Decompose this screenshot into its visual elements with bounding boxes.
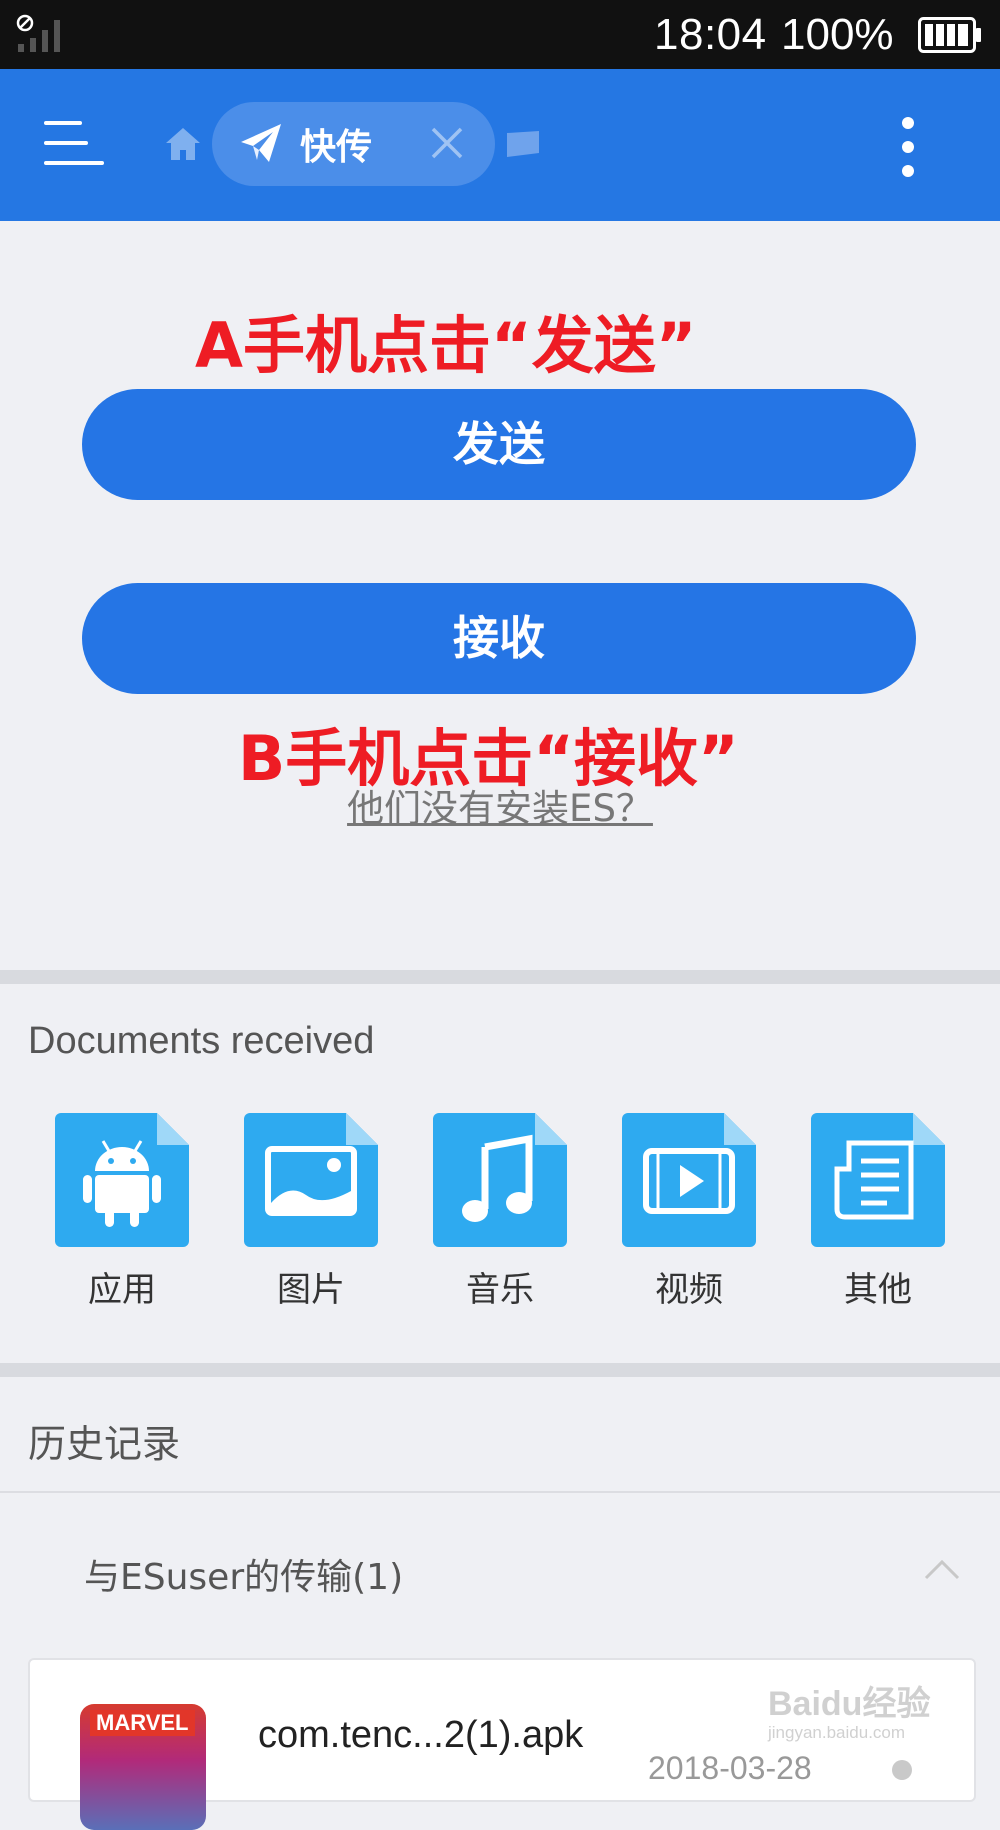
menu-icon[interactable] xyxy=(44,121,104,169)
separator xyxy=(0,1491,1000,1493)
more-vert-icon[interactable] xyxy=(898,117,918,177)
card-icon[interactable] xyxy=(505,129,541,159)
category-music[interactable]: 音乐 xyxy=(430,1113,570,1311)
status-bar: 18:04 100% xyxy=(0,0,1000,69)
category-label: 音乐 xyxy=(466,1270,534,1310)
chevron-up-icon[interactable] xyxy=(924,1558,960,1580)
thumbnail-brand: MARVEL xyxy=(90,1710,195,1736)
history-title: 历史记录 xyxy=(28,1422,181,1466)
app-thumbnail: MARVEL xyxy=(80,1704,206,1830)
category-label: 图片 xyxy=(277,1270,345,1310)
watermark-logo: Baidu经验 jingyan.baidu.com xyxy=(768,1676,930,1743)
category-video[interactable]: 视频 xyxy=(619,1113,759,1311)
receive-button[interactable]: 接收 xyxy=(82,583,916,694)
paper-plane-icon xyxy=(241,124,281,162)
file-name: com.tenc...2(1).apk xyxy=(258,1714,584,1756)
watermark-sub: jingyan.baidu.com xyxy=(768,1723,906,1742)
battery-icon xyxy=(918,17,981,53)
category-label: 视频 xyxy=(655,1270,723,1310)
image-icon xyxy=(265,1146,357,1216)
category-images[interactable]: 图片 xyxy=(241,1113,381,1311)
category-apps[interactable]: 应用 xyxy=(52,1113,192,1311)
music-icon xyxy=(462,1134,533,1222)
tab-label: 快传 xyxy=(300,127,373,168)
category-label: 应用 xyxy=(88,1270,156,1310)
close-icon[interactable] xyxy=(430,126,464,160)
category-label: 其他 xyxy=(844,1270,912,1310)
file-date: 2018-03-28 xyxy=(648,1750,812,1786)
watermark-main: Baidu经验 xyxy=(768,1685,931,1723)
battery-percent: 100% xyxy=(781,10,894,59)
section-divider xyxy=(0,970,1000,984)
documents-received-title: Documents received xyxy=(28,1020,375,1062)
video-icon xyxy=(643,1148,735,1214)
annotation-send: A手机点击“发送” xyxy=(195,309,697,382)
section-divider xyxy=(0,1363,1000,1377)
app-toolbar: 快传 xyxy=(0,69,1000,221)
signal-icon xyxy=(16,14,60,52)
clock: 18:04 xyxy=(654,10,767,59)
category-other[interactable]: 其他 xyxy=(808,1113,948,1311)
tab-quick-send[interactable]: 快传 xyxy=(212,102,495,186)
status-dot xyxy=(892,1760,912,1780)
no-es-installed-link[interactable]: 他们没有安装ES？ xyxy=(0,778,1000,832)
home-icon[interactable] xyxy=(164,126,202,162)
send-button[interactable]: 发送 xyxy=(82,389,916,500)
transfer-group-header[interactable]: 与ESuser的传输(1) xyxy=(84,1548,403,1600)
document-icon xyxy=(834,1140,914,1220)
android-icon xyxy=(83,1140,161,1227)
